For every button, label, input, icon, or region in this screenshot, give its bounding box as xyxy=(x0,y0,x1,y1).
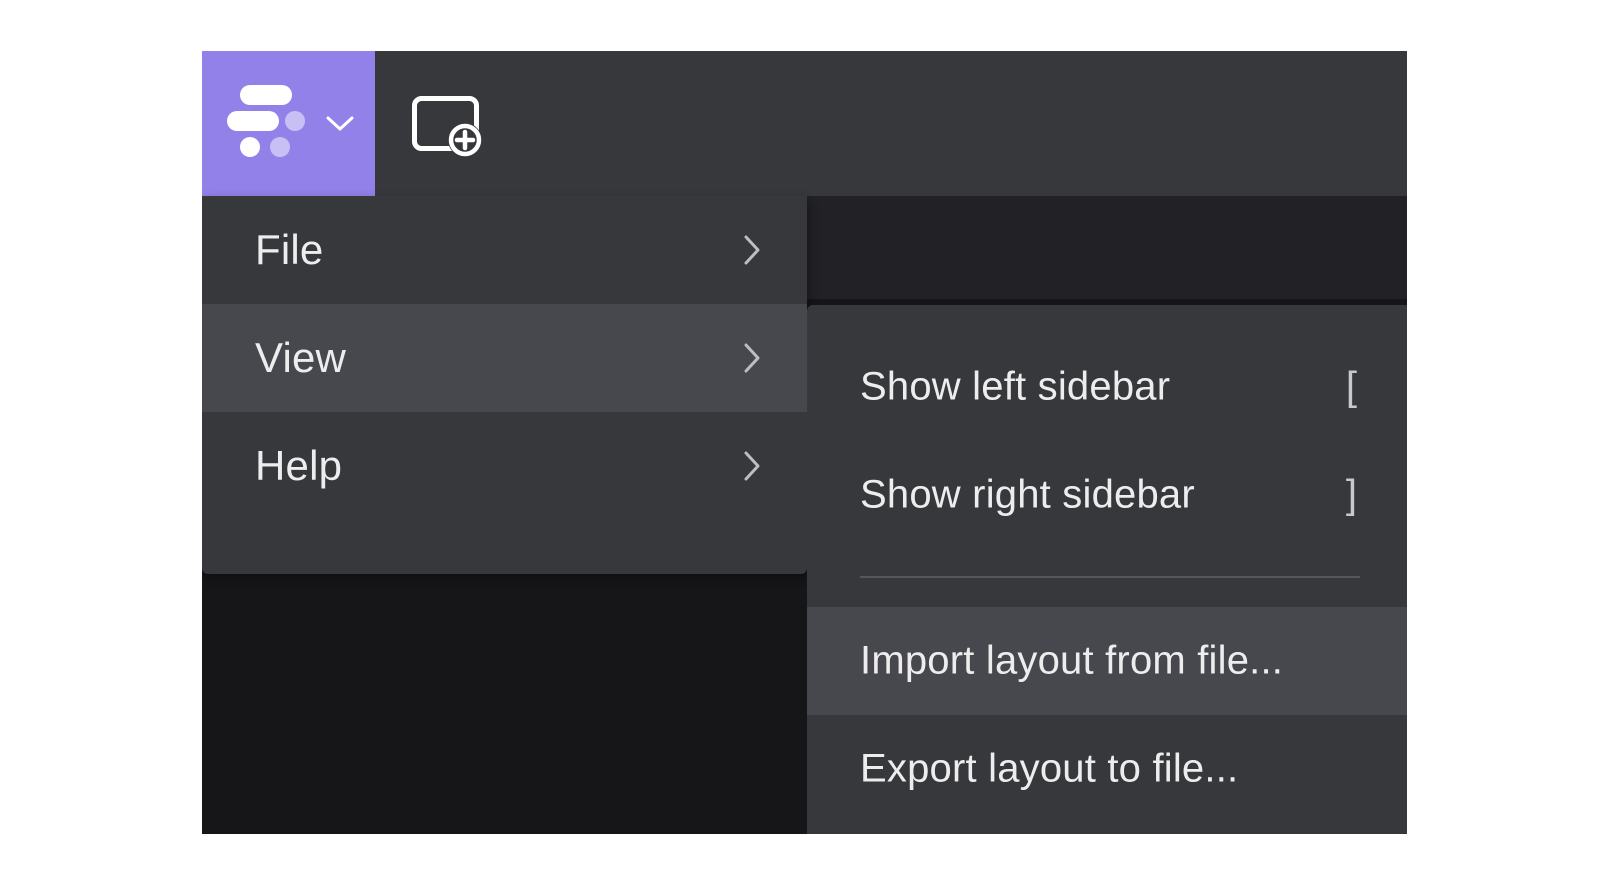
shortcut-hint: ] xyxy=(1345,472,1357,517)
chevron-right-icon xyxy=(744,451,760,481)
app-window: File View Help Show left sidebar [ Show … xyxy=(202,51,1407,834)
submenu-item-label: Show left sidebar xyxy=(860,364,1171,409)
add-panel-button[interactable] xyxy=(412,96,484,158)
menu-item-label: File xyxy=(255,226,324,273)
menu-item-view[interactable]: View xyxy=(202,304,807,412)
toolbar xyxy=(202,51,1407,196)
submenu-item-show-right-sidebar[interactable]: Show right sidebar ] xyxy=(807,441,1407,549)
chevron-right-icon xyxy=(744,235,760,265)
view-submenu: Show left sidebar [ Show right sidebar ]… xyxy=(807,305,1407,834)
add-panel-icon xyxy=(412,96,482,157)
submenu-item-export-layout[interactable]: Export layout to file... xyxy=(807,715,1407,823)
submenu-item-label: Export layout to file... xyxy=(860,746,1239,791)
app-logo-icon xyxy=(227,85,305,157)
submenu-item-show-left-sidebar[interactable]: Show left sidebar [ xyxy=(807,333,1407,441)
shortcut-hint: [ xyxy=(1345,364,1357,409)
menu-item-help[interactable]: Help xyxy=(202,412,807,520)
panel-header-strip xyxy=(807,196,1407,299)
submenu-item-import-layout[interactable]: Import layout from file... xyxy=(807,607,1407,715)
submenu-item-label: Show right sidebar xyxy=(860,472,1195,517)
menu-item-label: Help xyxy=(255,442,343,489)
chevron-right-icon xyxy=(744,343,760,373)
app-menu-button[interactable] xyxy=(202,51,375,196)
menu-item-label: View xyxy=(255,334,347,381)
chevron-down-icon xyxy=(326,116,354,131)
menu-item-file[interactable]: File xyxy=(202,196,807,304)
menu-divider xyxy=(860,576,1360,578)
submenu-item-label: Import layout from file... xyxy=(860,638,1284,683)
app-menu: File View Help xyxy=(202,196,807,574)
